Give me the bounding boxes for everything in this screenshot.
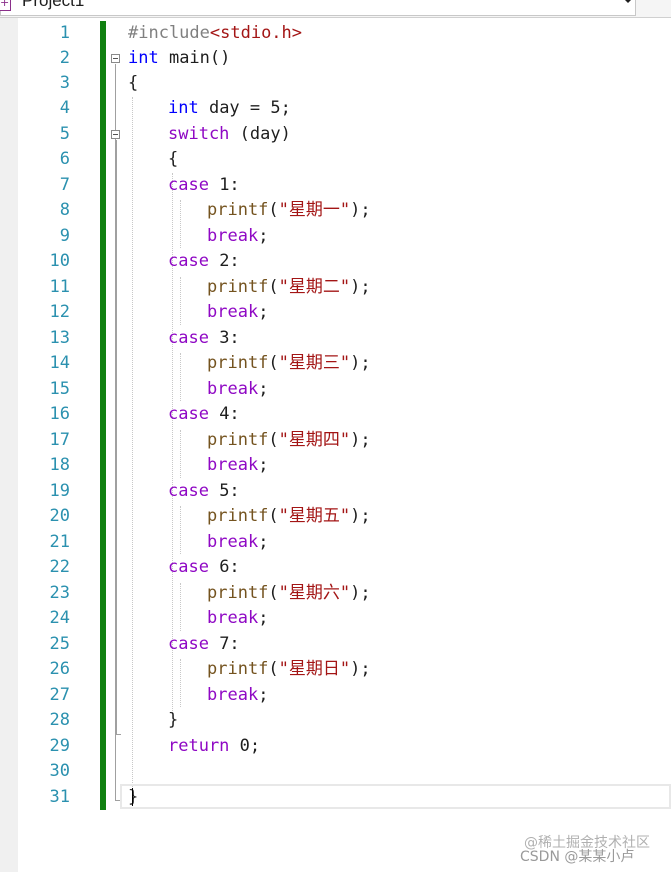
code-line: case 6: [168, 557, 240, 577]
code-line: } [168, 710, 179, 730]
code-line: break; [207, 685, 269, 705]
line-number: 8 [59, 200, 70, 220]
indent-guide [180, 506, 181, 554]
line-number: 11 [49, 277, 70, 297]
line-number: 19 [49, 481, 70, 501]
code-line: printf("星期日"); [207, 659, 371, 679]
line-number: 14 [49, 353, 70, 373]
code-line: printf("星期二"); [207, 277, 371, 297]
navigation-bar: Project1 [0, 0, 671, 18]
code-line: break; [207, 532, 269, 552]
code-line: printf("星期六"); [207, 583, 371, 603]
fold-guide-switch [116, 140, 117, 734]
current-line-highlight [120, 784, 671, 809]
code-line: break; [207, 455, 269, 475]
code-line: case 4: [168, 404, 240, 424]
line-number: 13 [49, 328, 70, 348]
line-number: 22 [49, 557, 70, 577]
code-line: int main() [128, 48, 231, 68]
watermark-csdn: CSDN @某某小卢 [520, 849, 635, 865]
line-number: 5 [59, 124, 70, 144]
code-line: printf("星期一"); [207, 200, 371, 220]
change-tracking-bar [100, 21, 106, 810]
project-icon [0, 0, 11, 11]
project-name: Project1 [22, 0, 85, 10]
line-number: 27 [49, 685, 70, 705]
code-line: printf("星期四"); [207, 430, 371, 450]
indent-guide [180, 583, 181, 631]
code-line: break; [207, 302, 269, 322]
indent-guide [180, 430, 181, 478]
line-number: 31 [49, 787, 70, 807]
line-number: 15 [49, 379, 70, 399]
line-number: 7 [59, 175, 70, 195]
line-number: 4 [59, 98, 70, 118]
project-selector[interactable]: Project1 [0, 0, 636, 16]
line-number: 25 [49, 634, 70, 654]
line-number: 1 [59, 23, 70, 43]
left-margin-strip [0, 18, 18, 872]
line-number: 28 [49, 710, 70, 730]
collapse-switch-icon[interactable] [111, 130, 120, 139]
line-number: 6 [59, 149, 70, 169]
code-line: break; [207, 379, 269, 399]
code-line: { [168, 149, 179, 169]
code-line: case 1: [168, 175, 240, 195]
code-line: int day = 5; [168, 98, 291, 118]
indent-guide [180, 200, 181, 248]
code-line: switch (day) [168, 124, 291, 144]
line-number: 16 [49, 404, 70, 424]
code-line: printf("星期三"); [207, 353, 371, 373]
line-number: 23 [49, 583, 70, 603]
line-number: 20 [49, 506, 70, 526]
text-cursor [132, 788, 133, 806]
indent-guide [180, 353, 181, 401]
chevron-down-icon[interactable] [623, 0, 633, 3]
line-number: 21 [49, 532, 70, 552]
code-line: #include<stdio.h> [128, 23, 303, 43]
indent-guide [180, 659, 181, 707]
code-line: printf("星期五"); [207, 506, 371, 526]
line-number: 12 [49, 302, 70, 322]
code-line: case 7: [168, 634, 240, 654]
code-line: break; [207, 226, 269, 246]
line-number: 17 [49, 430, 70, 450]
line-number: 2 [59, 48, 70, 68]
collapse-main-icon[interactable] [111, 54, 120, 63]
code-line: return 0; [168, 736, 261, 756]
fold-end-switch [115, 734, 121, 735]
line-number: 26 [49, 659, 70, 679]
indent-guide [180, 277, 181, 325]
code-line: } [128, 787, 139, 807]
indent-guide [132, 97, 133, 787]
code-line: case 3: [168, 328, 240, 348]
line-number: 10 [49, 251, 70, 271]
code-line: case 5: [168, 481, 240, 501]
line-number: 3 [59, 73, 70, 93]
line-number: 18 [49, 455, 70, 475]
line-number: 30 [49, 761, 70, 781]
line-number: 24 [49, 608, 70, 628]
code-line: break; [207, 608, 269, 628]
code-line: case 2: [168, 251, 240, 271]
line-number: 29 [49, 736, 70, 756]
line-number: 9 [59, 226, 70, 246]
code-line: { [128, 73, 139, 93]
